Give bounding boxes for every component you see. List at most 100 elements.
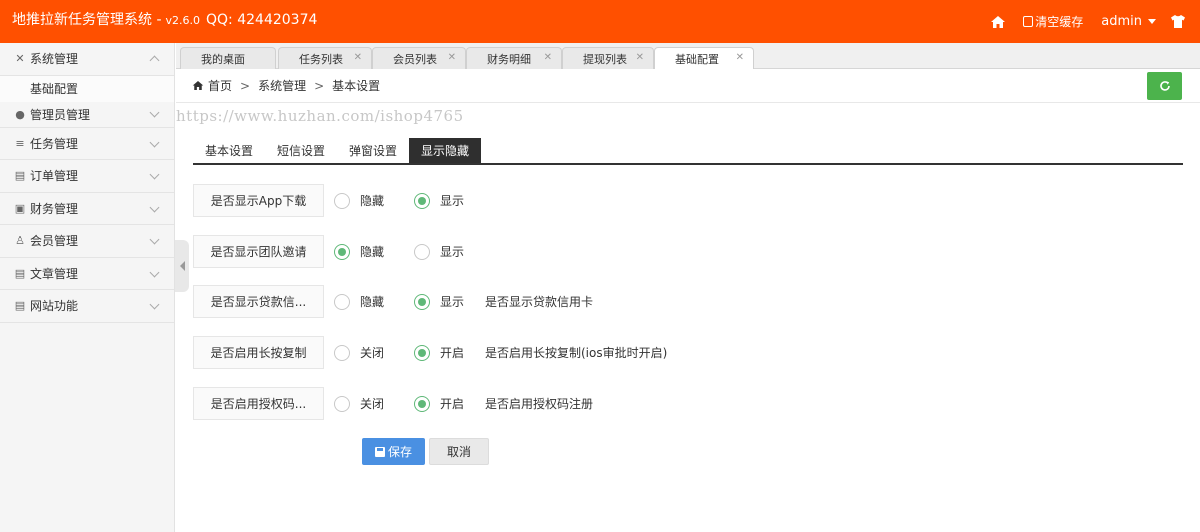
form-row-team-invite: 是否显示团队邀请 隐藏 显示 (193, 235, 1183, 268)
radio-option-hide[interactable]: 隐藏 (334, 293, 384, 310)
theme-button[interactable] (1156, 0, 1200, 43)
radio-label: 显示 (440, 295, 465, 309)
radio-option-off[interactable]: 关闭 (334, 395, 384, 412)
radio-circle (334, 344, 350, 361)
radio-option-show[interactable]: 显示 (414, 243, 464, 260)
tab-finance-detail[interactable]: 财务明细 ✕ (466, 47, 562, 69)
tools-icon: ✕ (15, 52, 25, 66)
radio-circle (334, 293, 350, 310)
sidebar-item-label: 管理员管理 (30, 107, 91, 122)
radio-circle (334, 192, 350, 209)
sidebar-subitem-basic-config[interactable]: 基础配置 (0, 75, 174, 102)
subtab-label: 基本设置 (205, 144, 254, 158)
radio-option-on[interactable]: 开启 (414, 395, 464, 412)
cancel-button[interactable]: 取消 (429, 438, 489, 465)
clear-cache-button[interactable]: 清空缓存 (1023, 13, 1083, 30)
form-row-loan-card: 是否显示贷款信... 隐藏 显示 是否显示贷款信用卡 (193, 285, 1183, 318)
breadcrumb-separator: > (240, 78, 251, 93)
tab-task-list[interactable]: 任务列表 ✕ (278, 47, 372, 69)
form-help-text: 是否显示贷款信用卡 (485, 295, 594, 309)
watermark-text: https://www.huzhan.com/ishop4765 (176, 107, 464, 125)
home-icon (991, 15, 1006, 28)
sidebar-collapse-handle[interactable] (175, 240, 189, 292)
tab-withdraw-list[interactable]: 提现列表 ✕ (562, 47, 654, 69)
sidebar-subitem-label: 基础配置 (30, 82, 79, 96)
close-icon[interactable]: ✕ (736, 52, 744, 63)
close-icon[interactable]: ✕ (354, 52, 362, 63)
trash-icon (1023, 16, 1034, 27)
sidebar-item-admins[interactable]: ● 管理员管理 (0, 102, 174, 128)
form-label: 是否显示贷款信... (193, 285, 324, 318)
radio-circle-checked (414, 344, 430, 361)
app-title: 地推拉新任务管理系统 - v2.6.0 QQ: 424420374 (12, 11, 317, 30)
sidebar-item-members[interactable]: ♙ 会员管理 (0, 225, 174, 258)
home-button[interactable] (983, 0, 1013, 43)
radio-circle (414, 243, 430, 260)
subtab-label: 短信设置 (277, 144, 326, 158)
refresh-button[interactable] (1147, 72, 1182, 100)
form-label: 是否显示App下载 (193, 184, 324, 217)
radio-label: 开启 (440, 397, 465, 411)
save-label: 保存 (387, 445, 412, 459)
chevron-down-icon (149, 137, 160, 147)
radio-option-hide[interactable]: 隐藏 (334, 243, 384, 260)
tab-member-list[interactable]: 会员列表 ✕ (372, 47, 466, 69)
radio-option-hide[interactable]: 隐藏 (334, 192, 384, 209)
app-title-text: 地推拉新任务管理系统 - (12, 12, 162, 28)
save-button[interactable]: 保存 (362, 438, 425, 465)
qq-label: QQ: 424420374 (206, 12, 318, 28)
subtab-basic[interactable]: 基本设置 (193, 138, 265, 163)
settings-tabs: 基本设置 短信设置 弹窗设置 显示隐藏 (193, 138, 1183, 165)
subtab-sms[interactable]: 短信设置 (265, 138, 337, 163)
tshirt-icon (1171, 15, 1185, 28)
save-icon (374, 446, 385, 457)
sidebar-item-label: 网站功能 (30, 299, 79, 314)
close-icon[interactable]: ✕ (448, 52, 456, 63)
subtab-visibility[interactable]: 显示隐藏 (409, 138, 482, 163)
radio-option-show[interactable]: 显示 (414, 293, 464, 310)
caret-down-icon (1148, 19, 1156, 24)
radio-circle (334, 395, 350, 412)
home-icon (192, 80, 204, 91)
close-icon[interactable]: ✕ (636, 52, 644, 63)
user-name: admin (1101, 14, 1142, 29)
tab-desktop[interactable]: 我的桌面 (180, 47, 276, 69)
subtab-popup[interactable]: 弹窗设置 (337, 138, 409, 163)
tab-basic-config[interactable]: 基础配置 ✕ (654, 47, 754, 70)
radio-circle-checked (414, 395, 430, 412)
caret-left-icon (179, 261, 185, 271)
sidebar-item-label: 文章管理 (30, 266, 79, 281)
sidebar-item-label: 任务管理 (30, 136, 79, 151)
form-label: 是否启用授权码... (193, 387, 324, 420)
breadcrumb-current: 基本设置 (332, 79, 381, 93)
clear-cache-label: 清空缓存 (1035, 15, 1084, 29)
breadcrumb-system[interactable]: 系统管理 (258, 77, 306, 94)
radio-label: 隐藏 (360, 295, 385, 309)
radio-option-on[interactable]: 开启 (414, 344, 464, 361)
table-icon: ▤ (14, 169, 26, 183)
radio-label: 显示 (440, 245, 465, 259)
sidebar-item-label: 订单管理 (30, 169, 79, 184)
close-icon[interactable]: ✕ (544, 52, 552, 63)
cancel-label: 取消 (446, 445, 471, 459)
sidebar-item-system[interactable]: ✕ 系统管理 (0, 43, 174, 76)
user-menu[interactable]: admin (1101, 14, 1156, 29)
chevron-up-icon (149, 55, 160, 66)
sidebar-item-site[interactable]: ▤ 网站功能 (0, 290, 174, 323)
sidebar-item-label: 系统管理 (30, 52, 79, 67)
sidebar-item-orders[interactable]: ▤ 订单管理 (0, 160, 174, 193)
chevron-down-icon (149, 107, 160, 117)
breadcrumb-home[interactable]: 首页 (208, 77, 232, 94)
form-row-auth-code: 是否启用授权码... 关闭 开启 是否启用授权码注册 (193, 387, 1183, 420)
tab-bar: 我的桌面 任务列表 ✕ 会员列表 ✕ 财务明细 ✕ 提现列表 ✕ 基础配置 ✕ (176, 43, 1200, 70)
top-header: 地推拉新任务管理系统 - v2.6.0 QQ: 424420374 清空缓存 adm… (0, 0, 1200, 43)
radio-option-off[interactable]: 关闭 (334, 344, 384, 361)
radio-option-show[interactable]: 显示 (414, 192, 464, 209)
tab-label: 我的桌面 (201, 52, 245, 66)
sidebar-item-tasks[interactable]: ≡ 任务管理 (0, 128, 174, 160)
radio-label: 开启 (440, 346, 465, 360)
sidebar-item-finance[interactable]: ▣ 财务管理 (0, 193, 174, 225)
form-help-text: 是否启用授权码注册 (485, 397, 594, 411)
chevron-down-icon (149, 299, 160, 310)
sidebar-item-articles[interactable]: ▤ 文章管理 (0, 258, 174, 290)
